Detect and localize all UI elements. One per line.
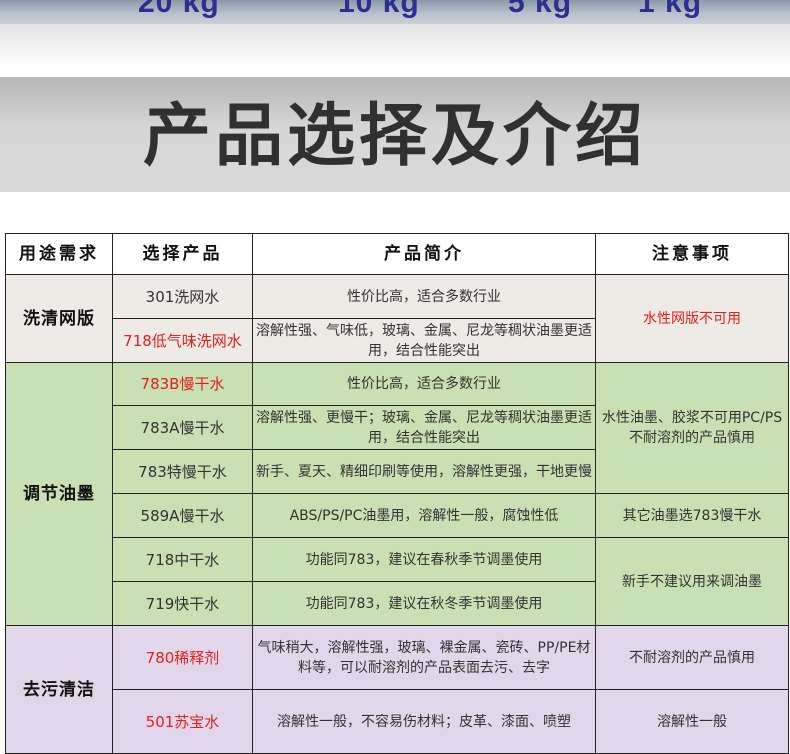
- description-cell: ABS/PS/PC油墨用，溶解性一般，腐蚀性低: [252, 493, 596, 538]
- section-title-band: 产品选择及介绍: [0, 77, 790, 192]
- product-cell: 718低气味洗网水: [112, 318, 253, 363]
- table-row: 调节油墨 783B慢干水 性价比高，适合多数行业 水性油墨、胶浆不可用PC/PS…: [5, 362, 789, 626]
- product-table: 用途需求 选择产品 产品简介 注意事项 洗清网版 301洗网水 性价比高，适合多…: [5, 233, 789, 754]
- banner-fade: [0, 24, 790, 68]
- description-cell: 气味稍大，溶解性强，玻璃、裸金属、瓷砖、PP/PE材料等，可以耐溶剂的产品表面去…: [252, 625, 596, 690]
- description-cell: 新手、夏天、精细印刷等使用，溶解性更强，干地更慢: [252, 449, 596, 494]
- description-cell: 性价比高，适合多数行业: [252, 274, 596, 319]
- weight-label: 20 kg: [138, 0, 220, 19]
- product-cell: 718中干水: [112, 537, 253, 582]
- section-title: 产品选择及介绍: [142, 97, 647, 176]
- table-row: 589A慢干水 ABS/PS/PC油墨用，溶解性一般，腐蚀性低 其它油墨选783…: [6, 493, 789, 538]
- category-cell: 调节油墨: [5, 362, 113, 626]
- note-cell: 其它油墨选783慢干水: [595, 493, 789, 538]
- note-cell: 不耐溶剂的产品慎用: [595, 625, 789, 690]
- description-cell: 功能同783，建议在春秋季节调墨使用: [252, 537, 596, 582]
- header-usage: 用途需求: [5, 233, 113, 275]
- header-notes: 注意事项: [595, 233, 789, 275]
- table-header-row: 用途需求 选择产品 产品简介 注意事项: [5, 233, 789, 275]
- product-cell: 780稀释剂: [112, 625, 253, 690]
- product-cell: 783B慢干水: [112, 362, 253, 406]
- note-cell: 溶解性一般: [595, 689, 789, 754]
- product-cell: 783特慢干水: [112, 449, 253, 494]
- note-cell: 水性网版不可用: [595, 274, 789, 363]
- description-cell: 溶解性强、更慢干；玻璃、金属、尼龙等稠状油墨更适用，结合性能突出: [252, 405, 596, 450]
- description-cell: 性价比高，适合多数行业: [252, 362, 596, 406]
- weight-label: 10 kg: [338, 0, 420, 19]
- note-cell: 水性油墨、胶浆不可用PC/PS不耐溶剂的产品慎用: [595, 362, 789, 494]
- description-cell: 功能同783，建议在秋冬季节调墨使用: [252, 581, 596, 626]
- weight-label: 1 kg: [638, 0, 703, 19]
- description-cell: 溶解性强、气味低，玻璃、金属、尼龙等稠状油墨更适用，结合性能突出: [252, 318, 596, 363]
- product-cell: 301洗网水: [112, 274, 253, 319]
- product-cell: 589A慢干水: [112, 493, 253, 538]
- product-photo-strip: 20 kg 10 kg 5 kg 1 kg: [0, 0, 790, 24]
- table-row: 501苏宝水 溶解性一般，不容易伤材料；皮革、漆面、喷塑 溶解性一般: [6, 689, 789, 754]
- product-cell: 501苏宝水: [112, 689, 253, 754]
- note-cell: 新手不建议用来调油墨: [595, 537, 789, 626]
- product-cell: 719快干水: [112, 581, 253, 626]
- product-cell: 783A慢干水: [112, 405, 253, 450]
- description-cell: 溶解性一般，不容易伤材料；皮革、漆面、喷塑: [252, 689, 596, 754]
- table-row: 洗清网版 301洗网水 性价比高，适合多数行业 水性网版不可用: [5, 274, 789, 363]
- table-row: 718中干水 功能同783，建议在春秋季节调墨使用 新手不建议用来调油墨: [6, 537, 789, 626]
- category-cell: 去污清洁: [5, 625, 113, 754]
- header-product: 选择产品: [112, 233, 253, 275]
- header-description: 产品简介: [252, 233, 596, 275]
- category-cell: 洗清网版: [5, 274, 113, 363]
- table-row: 去污清洁 780稀释剂 气味稍大，溶解性强，玻璃、裸金属、瓷砖、PP/PE材料等…: [5, 625, 789, 754]
- weight-label: 5 kg: [508, 0, 573, 19]
